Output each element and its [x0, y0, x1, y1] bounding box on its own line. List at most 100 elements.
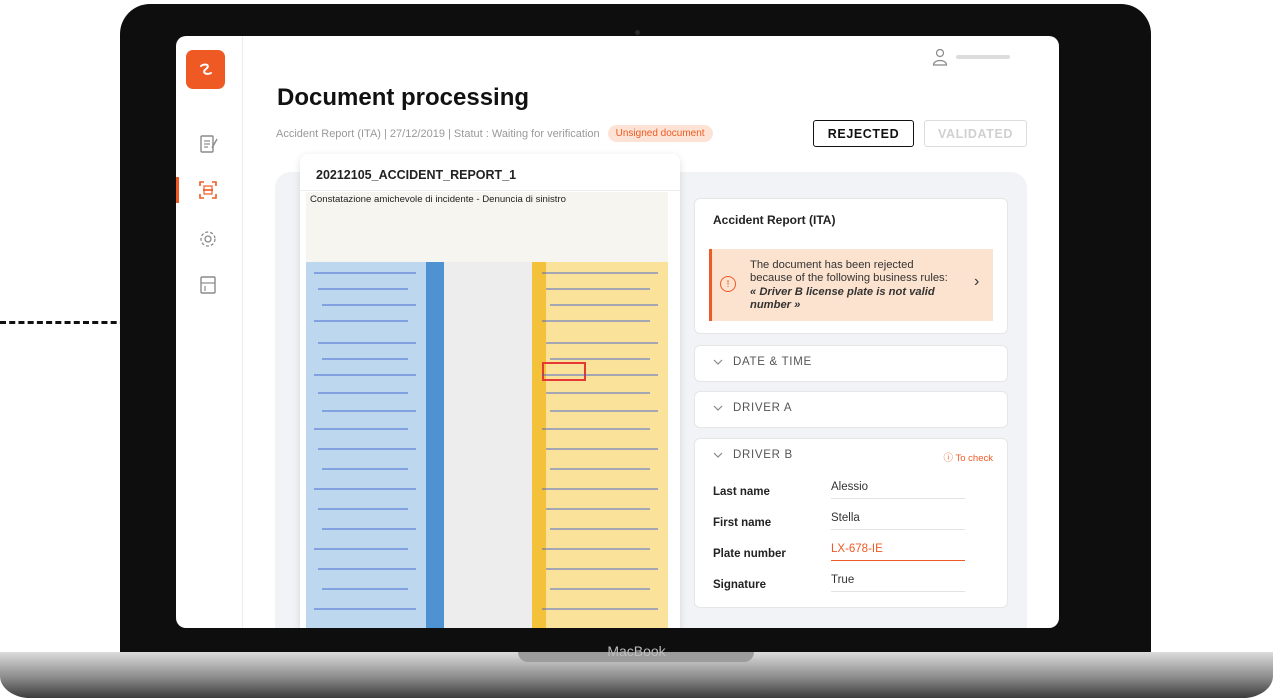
scan-handwriting-line	[314, 548, 408, 550]
scan-handwriting-line	[542, 488, 658, 490]
scan-handwriting-line	[318, 392, 408, 394]
scan-handwriting-line	[322, 468, 408, 470]
scan-handwriting-line	[550, 410, 658, 412]
scan-handwriting-line	[542, 320, 650, 322]
nav-documents[interactable]	[192, 128, 224, 160]
scan-handwriting-line	[542, 548, 650, 550]
section-date-time-label: DATE & TIME	[733, 356, 812, 368]
document-scan: Constatazione amichevole di incidente - …	[306, 192, 668, 628]
chevron-down-icon	[713, 405, 723, 411]
scan-handwriting-line	[546, 392, 650, 394]
section-driver-a-label: DRIVER A	[733, 402, 793, 414]
field-label-last-name: Last name	[713, 486, 770, 498]
breadcrumb: Accident Report (ITA) | 27/12/2019 | Sta…	[276, 125, 713, 142]
section-driver-b-label: DRIVER B	[733, 449, 793, 461]
scan-driver-b-column	[532, 262, 668, 628]
scan-handwriting-line	[322, 304, 416, 306]
scan-icon	[199, 181, 217, 199]
field-value-plate-number[interactable]: LX-678-IE	[831, 543, 965, 561]
laptop-brand: MacBook	[607, 643, 666, 659]
sidebar	[176, 36, 243, 628]
scan-handwriting-line	[314, 428, 408, 430]
scan-handwriting-line	[550, 304, 658, 306]
field-label-plate-number: Plate number	[713, 548, 786, 560]
alert-circle-icon: ⓘ	[943, 453, 954, 464]
nav-template[interactable]	[192, 269, 224, 301]
scan-handwriting-line	[322, 410, 416, 412]
report-title: Accident Report (ITA)	[713, 213, 836, 227]
template-icon	[200, 276, 216, 294]
scan-handwriting-line	[318, 508, 408, 510]
scan-handwriting-line	[542, 272, 658, 274]
to-check-label: To check	[955, 453, 994, 464]
documents-icon	[200, 135, 218, 153]
scan-handwriting-line	[542, 428, 650, 430]
chevron-down-icon	[713, 452, 723, 458]
plate-highlight-box	[542, 362, 586, 381]
rejection-alert[interactable]: ! The document has been rejected because…	[709, 249, 993, 321]
to-check-status: ⓘ To check	[944, 450, 993, 464]
scan-handwriting-line	[318, 288, 408, 290]
section-driver-a[interactable]: DRIVER A	[694, 391, 1008, 428]
document-divider	[300, 190, 680, 191]
status-badge: Unsigned document	[607, 125, 713, 142]
section-date-time[interactable]: DATE & TIME	[694, 345, 1008, 382]
scan-handwriting-line	[546, 342, 658, 344]
rejected-button[interactable]: REJECTED	[813, 120, 914, 147]
report-card: Accident Report (ITA) ! The document has…	[694, 198, 1008, 334]
scan-handwriting-line	[546, 508, 650, 510]
user-name-placeholder	[956, 55, 1010, 59]
scan-handwriting-line	[550, 468, 650, 470]
scan-handwriting-line	[318, 448, 416, 450]
field-value-last-name[interactable]: Alessio	[831, 481, 965, 499]
field-value-signature[interactable]: True	[831, 574, 965, 592]
scan-heading: Constatazione amichevole di incidente - …	[310, 194, 566, 205]
section-driver-b-header[interactable]: DRIVER B	[713, 449, 793, 461]
scan-circumstances-column	[444, 262, 532, 628]
field-value-first-name[interactable]: Stella	[831, 512, 965, 530]
breadcrumb-text: Accident Report (ITA) | 27/12/2019 | Sta…	[276, 127, 600, 140]
alert-rule: « Driver B license plate is not valid nu…	[750, 285, 935, 312]
section-driver-a-header: DRIVER A	[713, 402, 792, 414]
document-name: 20212105_ACCIDENT_REPORT_1	[316, 168, 517, 182]
scan-handwriting-line	[550, 588, 650, 590]
page-title: Document processing	[277, 84, 530, 111]
chevron-down-icon	[713, 359, 723, 365]
field-label-signature: Signature	[713, 579, 767, 591]
scan-handwriting-line	[550, 528, 658, 530]
scan-handwriting-line	[322, 358, 408, 360]
settings-icon	[200, 231, 216, 247]
scan-handwriting-line	[314, 374, 416, 376]
alert-message: The document has been rejected because o…	[750, 259, 954, 313]
scan-handwriting-line	[314, 272, 416, 274]
scan-handwriting-line	[542, 608, 658, 610]
scan-handwriting-line	[546, 568, 658, 570]
scan-driver-a-column	[306, 262, 444, 628]
scan-handwriting-line	[314, 320, 408, 322]
nav-active-indicator	[176, 177, 179, 203]
nav-scan[interactable]	[192, 174, 224, 206]
scan-handwriting-line	[322, 588, 408, 590]
alert-prefix: The document has been rejected because o…	[750, 259, 948, 285]
scan-handwriting-line	[546, 288, 650, 290]
section-driver-b: DRIVER B ⓘ To check Last name Alessio Fi…	[694, 438, 1008, 608]
logo-icon	[199, 63, 212, 75]
document-viewer[interactable]: 20212105_ACCIDENT_REPORT_1 Constatazione…	[300, 154, 680, 628]
nav-settings[interactable]	[192, 223, 224, 255]
scan-handwriting-line	[546, 448, 658, 450]
scan-handwriting-line	[318, 342, 416, 344]
user-menu[interactable]	[932, 48, 1010, 66]
chevron-right-icon: ›	[974, 273, 980, 290]
field-label-first-name: First name	[713, 517, 772, 529]
scan-handwriting-line	[314, 608, 416, 610]
scan-handwriting-line	[318, 568, 416, 570]
scan-driver-b-strip	[532, 262, 546, 628]
validated-button[interactable]: VALIDATED	[924, 120, 1027, 147]
section-date-time-header: DATE & TIME	[713, 356, 812, 368]
camera-dot	[635, 30, 640, 35]
scan-handwriting-line	[314, 488, 416, 490]
app-logo[interactable]	[186, 50, 225, 89]
scan-driver-a-strip	[426, 262, 444, 628]
app-screen: Document processing Accident Report (ITA…	[176, 36, 1059, 628]
scan-handwriting-line	[542, 374, 658, 376]
